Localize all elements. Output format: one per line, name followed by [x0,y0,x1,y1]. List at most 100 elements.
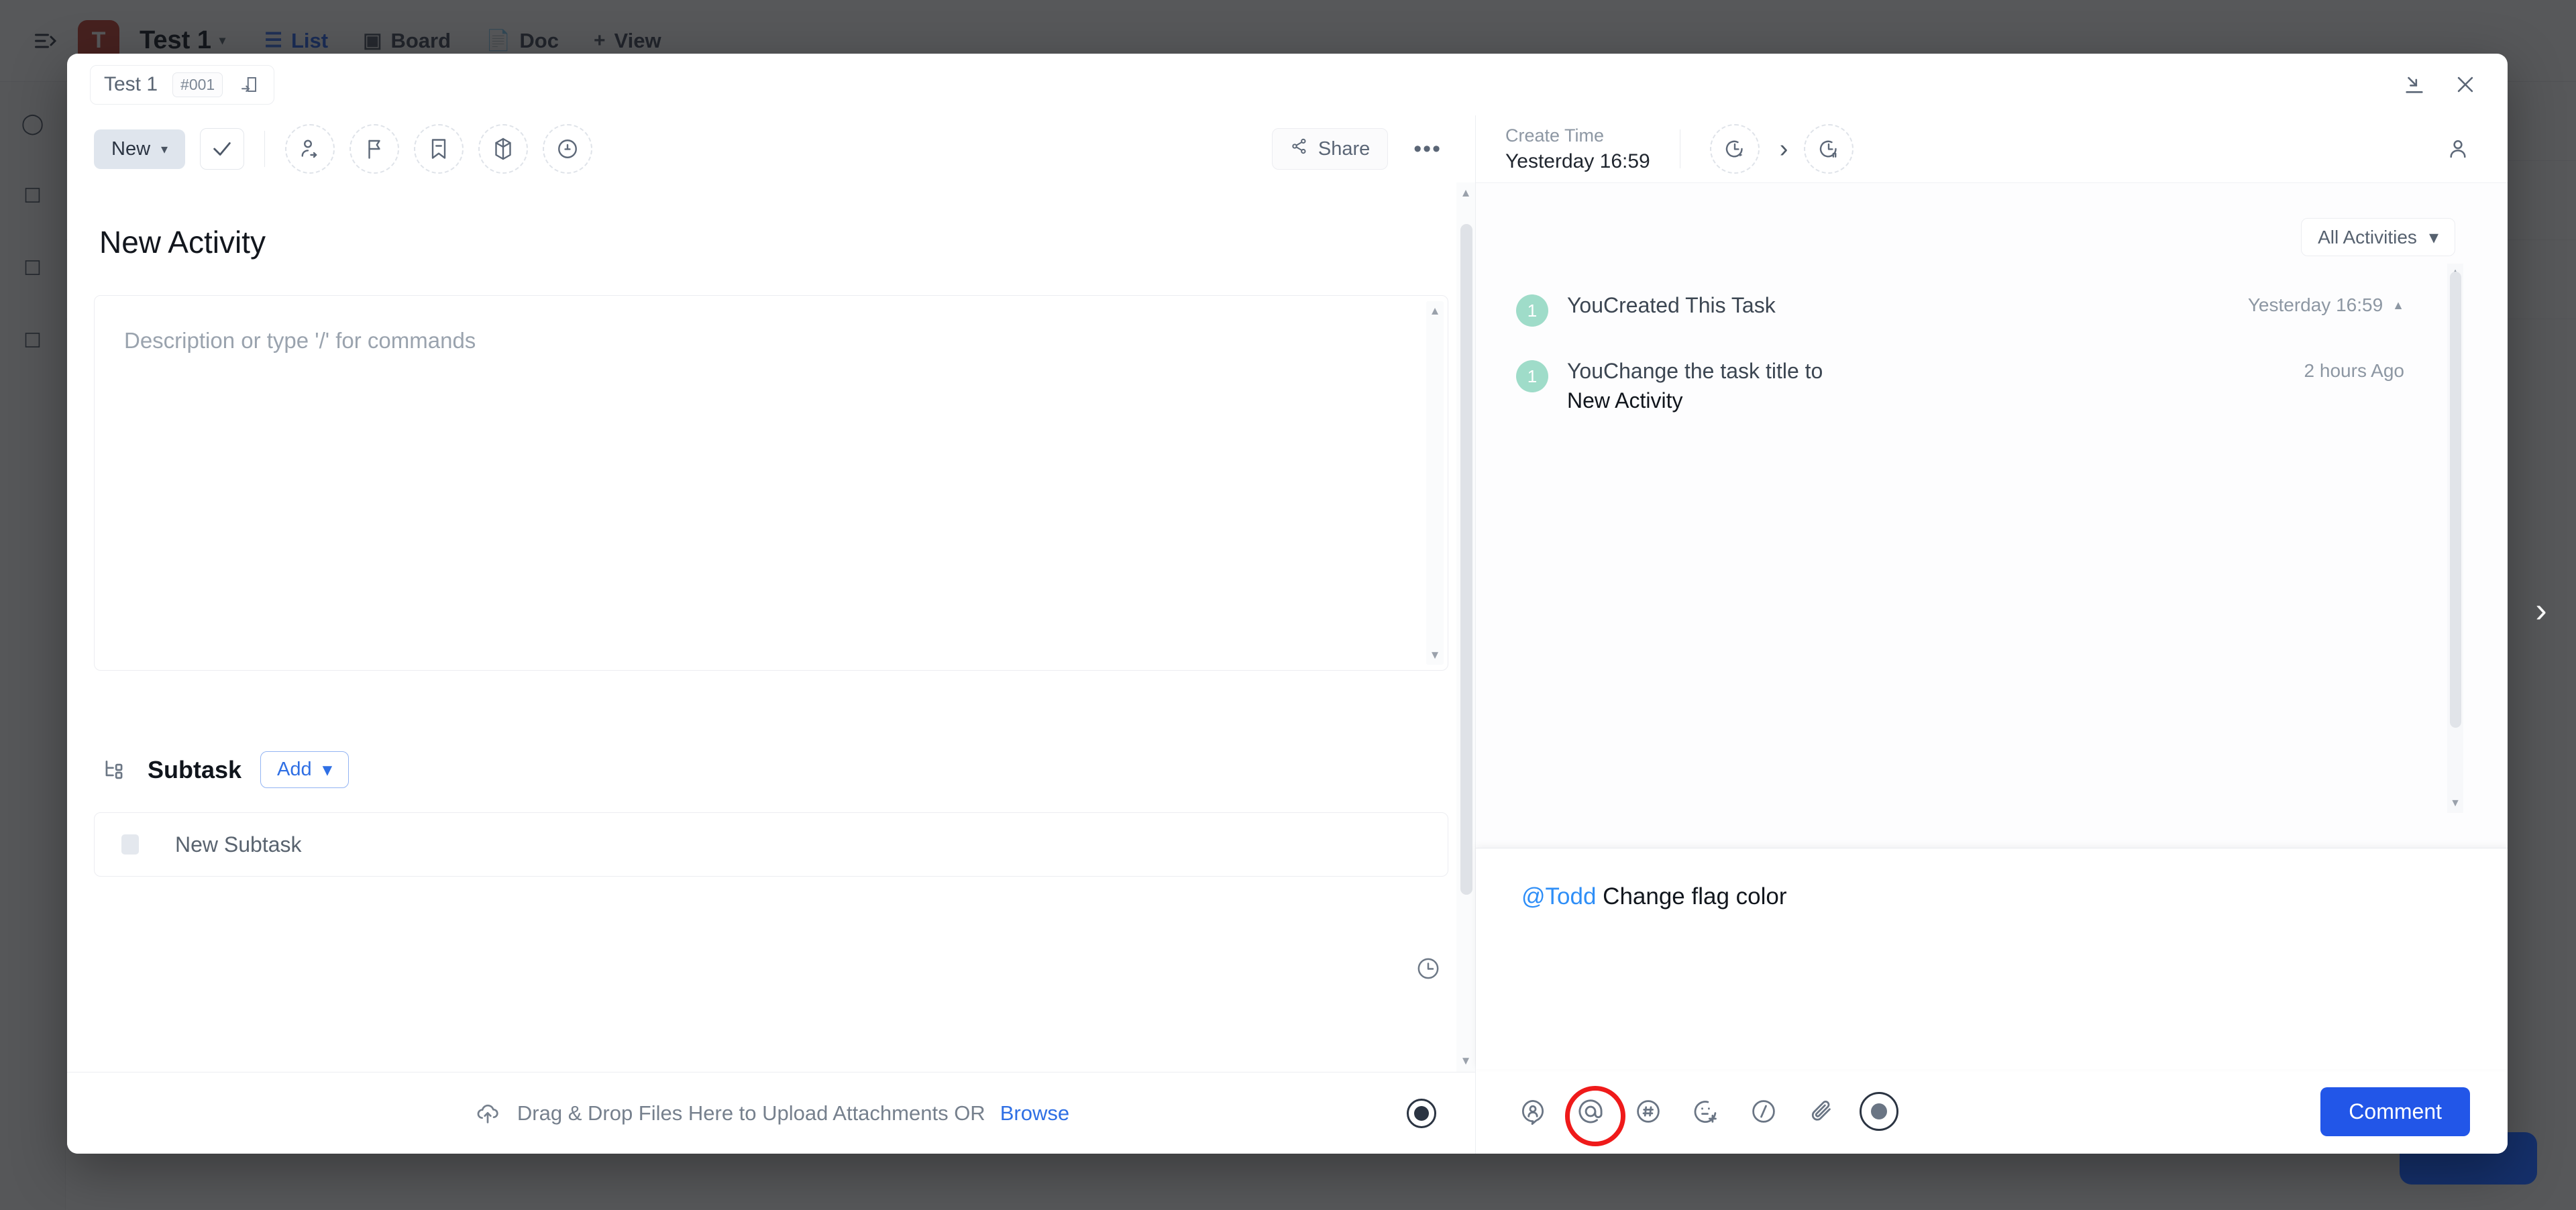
add-subtask-label: Add [277,759,312,781]
assignee-icon[interactable] [285,124,335,174]
due-date-clock-icon[interactable] [543,124,592,174]
subtask-section-header: Subtask Add ▾ [94,751,1448,788]
activity-time-wrap: Yesterday 16:59 ▲ [2248,294,2404,316]
window-controls [2395,65,2485,104]
close-button[interactable] [2446,65,2485,104]
chevron-right-icon[interactable]: › [1780,135,1788,164]
scroll-up-arrow-icon[interactable]: ▲ [1460,186,1472,200]
attachment-dropzone[interactable]: Drag & Drop Files Here to Upload Attachm… [67,1072,1475,1154]
activity-item[interactable]: 1 YouChange the task title to New Activi… [1516,356,2420,415]
cloud-upload-icon [473,1099,502,1128]
attachment-icon[interactable] [1802,1092,1841,1131]
mention-person-icon[interactable] [1513,1092,1552,1131]
toolbar-divider [264,131,265,167]
task-main-pane: New ▾ [67,115,1476,1154]
hashtag-icon[interactable] [1629,1092,1668,1131]
task-id-badge: #001 [172,72,223,97]
share-icon [1290,137,1309,161]
activity-action: Change the task title to [1603,359,1823,383]
record-icon[interactable] [1860,1092,1898,1131]
mention-token: @Todd [1521,883,1596,910]
activity-filter-label: All Activities [2318,227,2417,248]
description-editor[interactable]: Description or type '/' for commands ▲ ▼ [94,295,1448,671]
comment-toolbar: Comment [1476,1069,2508,1154]
activity-time: 2 hours Ago [2304,360,2404,382]
activity-actor: You [1567,359,1603,383]
submit-comment-button[interactable]: Comment [2320,1087,2470,1136]
add-subtask-button[interactable]: Add ▾ [260,751,349,788]
activity-time: Yesterday 16:59 [2248,294,2383,316]
package-icon[interactable] [478,124,528,174]
chevron-down-icon: ▾ [323,758,333,781]
modal-header: Test 1 #001 [67,54,2508,115]
dropzone-label: Drag & Drop Files Here to Upload Attachm… [517,1101,985,1125]
chevron-down-icon: ▾ [2429,226,2438,248]
minimize-button[interactable] [2395,65,2434,104]
activity-actor: You [1567,293,1603,317]
share-area: Share ••• [1272,128,1448,170]
activity-text: YouChange the task title to New Activity [1567,356,1823,415]
subtask-name: New Subtask [175,832,302,857]
subtask-row[interactable]: New Subtask [94,812,1448,877]
scroll-up-arrow-icon[interactable]: ▲ [1430,305,1441,317]
subtask-icon [99,755,129,785]
browse-link[interactable]: Browse [1000,1101,1069,1125]
history-icon[interactable] [1412,952,1444,985]
more-options-button[interactable]: ••• [1407,136,1448,162]
subtask-section-label: Subtask [148,756,241,784]
scroll-down-arrow-icon[interactable]: ▼ [1460,1054,1472,1068]
collapse-triangle-icon[interactable]: ▲ [2392,298,2404,313]
next-task-chevron-icon[interactable]: › [2521,590,2561,630]
slash-command-icon[interactable] [1744,1092,1783,1131]
activity-text: YouCreated This Task [1567,290,1776,320]
create-time: Create Time Yesterday 16:59 [1505,125,1650,173]
dropzone-text: Drag & Drop Files Here to Upload Attachm… [473,1099,1069,1128]
create-time-label: Create Time [1505,125,1650,146]
activity-toolbar: Create Time Yesterday 16:59 › [1476,115,2508,182]
comment-text: @Todd Change flag color [1521,883,1787,910]
scroll-down-arrow-icon[interactable]: ▼ [2450,798,2461,810]
breadcrumb[interactable]: Test 1 #001 [90,65,274,105]
flag-icon[interactable] [350,124,399,174]
watcher-icon[interactable] [2438,129,2478,169]
task-content-scroll[interactable]: New Activity Description or type '/' for… [67,182,1475,1072]
description-scrollbar[interactable]: ▲ ▼ [1426,301,1444,665]
tag-icon[interactable] [414,124,464,174]
breadcrumb-list-name: Test 1 [104,73,158,96]
status-label: New [111,138,150,160]
activity-feed: All Activities ▾ 1 YouCreated This Task … [1476,182,2508,848]
task-toolbar: New ▾ [67,115,1475,182]
activity-item[interactable]: 1 YouCreated This Task Yesterday 16:59 ▲ [1516,290,2420,327]
record-icon[interactable] [1407,1099,1436,1128]
activity-scroll-thumb[interactable] [2450,272,2461,728]
comment-body: Change flag color [1603,883,1786,910]
activity-filter-dropdown[interactable]: All Activities ▾ [2301,218,2455,256]
avatar: 1 [1516,294,1548,327]
task-detail-modal: Test 1 #001 [67,54,2508,1154]
chevron-down-icon: ▾ [161,141,168,158]
avatar: 1 [1516,360,1548,392]
description-placeholder: Description or type '/' for commands [124,328,476,353]
mark-done-button[interactable] [200,128,244,170]
timer-start-icon[interactable] [1710,124,1760,174]
activity-time-wrap: 2 hours Ago [2304,360,2404,382]
subtask-checkbox[interactable] [121,834,139,855]
activity-list: 1 YouCreated This Task Yesterday 16:59 ▲… [1516,290,2420,445]
activity-filter: All Activities ▾ [2301,218,2455,256]
activity-action: Created This Task [1603,293,1776,317]
share-label: Share [1318,138,1370,160]
timer-pause-icon[interactable] [1804,124,1854,174]
scroll-down-arrow-icon[interactable]: ▼ [1430,649,1441,661]
comment-input[interactable]: @Todd Change flag color [1476,848,2508,1069]
share-button[interactable]: Share [1272,128,1388,170]
emoji-icon[interactable] [1686,1092,1725,1131]
create-time-value: Yesterday 16:59 [1505,150,1650,173]
open-in-new-icon[interactable] [237,73,260,96]
activity-detail: New Activity [1567,388,1682,412]
task-title[interactable]: New Activity [99,224,1448,260]
main-pane-scroll-thumb[interactable] [1460,224,1472,895]
status-dropdown[interactable]: New ▾ [94,129,185,169]
at-mention-icon[interactable] [1571,1092,1610,1131]
activity-pane: Create Time Yesterday 16:59 › [1476,115,2508,1154]
modal-body: New ▾ [67,115,2508,1154]
